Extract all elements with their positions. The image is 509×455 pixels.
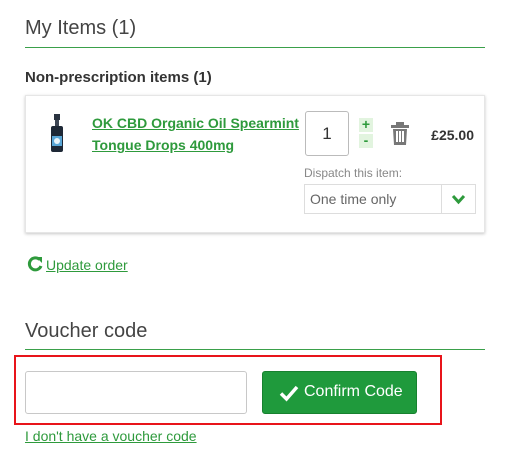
voucher-divider: [25, 349, 485, 350]
item-price: £25.00: [431, 127, 474, 143]
confirm-code-button[interactable]: Confirm Code: [262, 371, 417, 414]
refresh-icon: [27, 256, 43, 272]
product-bottle-image: [51, 114, 63, 152]
product-name-link[interactable]: OK CBD Organic Oil Spearmint Tongue Drop…: [92, 112, 302, 156]
trash-icon[interactable]: [390, 122, 410, 146]
dispatch-select[interactable]: One time only: [304, 184, 476, 214]
dispatch-label: Dispatch this item:: [304, 166, 403, 180]
quantity-decrease-button[interactable]: -: [359, 133, 373, 148]
checkmark-icon: [279, 385, 299, 402]
no-voucher-link[interactable]: I don't have a voucher code: [25, 428, 197, 444]
dispatch-selected-value: One time only: [310, 191, 397, 207]
cart-item-card: OK CBD Organic Oil Spearmint Tongue Drop…: [25, 95, 485, 233]
dispatch-dropdown-toggle[interactable]: [441, 185, 475, 213]
quantity-increase-button[interactable]: +: [359, 117, 373, 132]
quantity-field[interactable]: 1: [305, 111, 349, 156]
chevron-down-icon: [451, 194, 466, 205]
non-prescription-heading: Non-prescription items (1): [25, 69, 212, 86]
confirm-code-label: Confirm Code: [304, 383, 403, 400]
update-order-label: Update order: [46, 257, 128, 273]
my-items-divider: [25, 47, 485, 48]
voucher-code-input[interactable]: [25, 371, 247, 414]
voucher-heading: Voucher code: [25, 320, 148, 342]
my-items-heading: My Items (1): [25, 17, 137, 39]
